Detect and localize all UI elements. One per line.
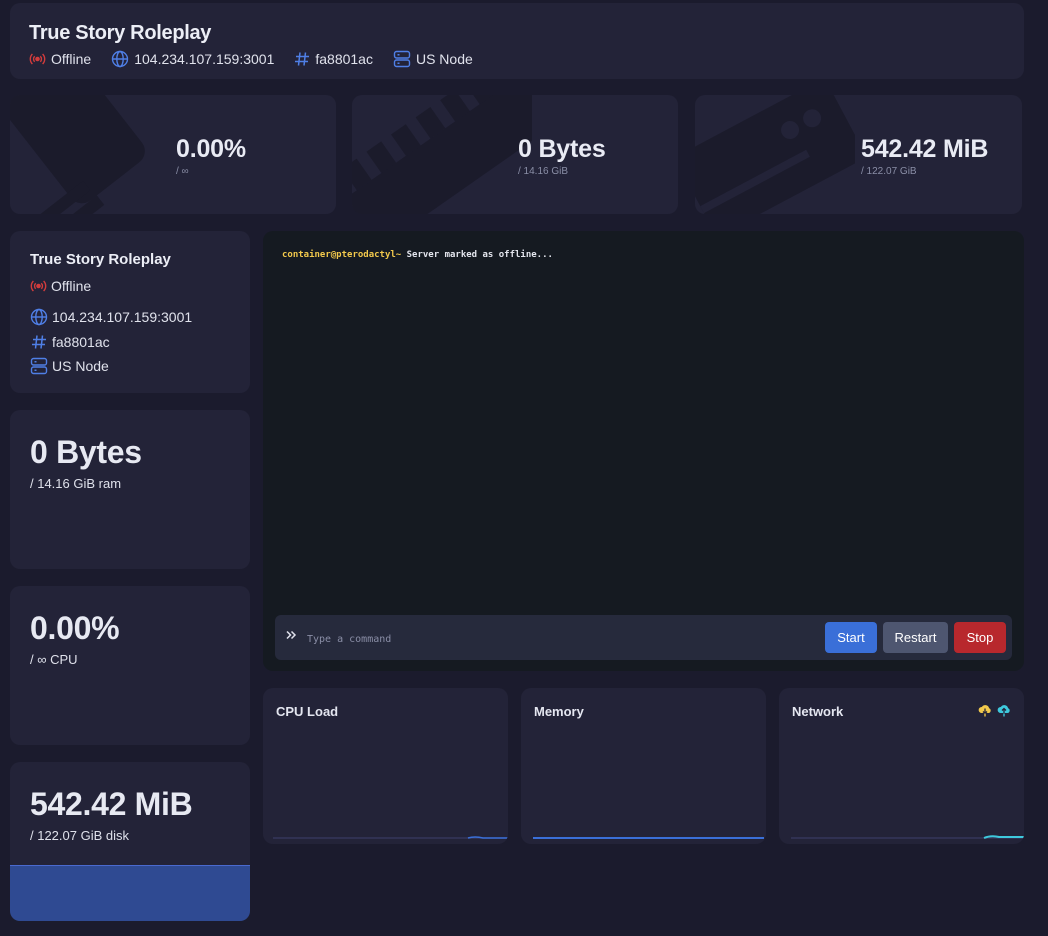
restart-button[interactable]: Restart (883, 622, 948, 653)
server-icon (393, 50, 411, 68)
disk-usage-fill (10, 865, 250, 921)
cpu-stat-limit: / ∞ (176, 166, 189, 177)
server-status: Offline (29, 51, 91, 67)
info-status: Offline (30, 278, 250, 294)
address-text: 104.234.107.159:3001 (134, 51, 275, 67)
info-id: fa8801ac (30, 334, 250, 350)
memory-stat-card: 0 Bytes / 14.16 GiB (352, 95, 678, 214)
signal-broadcast-icon (30, 279, 47, 293)
globe-icon (111, 50, 129, 68)
info-title: True Story Roleplay (30, 251, 171, 268)
cpu-usage-value: 0.00% (30, 610, 120, 646)
command-input[interactable] (305, 628, 809, 650)
info-node-text: US Node (52, 358, 109, 374)
server-header: True Story Roleplay Offline 104.234.107.… (10, 3, 1024, 79)
server-info-card: True Story Roleplay Offline 104.234.107.… (10, 231, 250, 393)
info-address-text: 104.234.107.159:3001 (52, 309, 193, 325)
info-status-text: Offline (51, 278, 92, 294)
signal-broadcast-icon (29, 52, 46, 66)
console-panel: container@pterodactyl~ Server marked as … (263, 231, 1024, 671)
server-id: fa8801ac (294, 51, 373, 67)
hashtag-icon (30, 334, 48, 350)
ram-usage-card: 0 Bytes / 14.16 GiB ram (10, 410, 250, 569)
disk-usage-value: 542.42 MiB (30, 786, 193, 822)
chevron-double-right-icon (285, 629, 297, 641)
network-line (791, 835, 1024, 839)
cpu-usage-card: 0.00% / ∞ CPU (10, 586, 250, 745)
server-title: True Story Roleplay (29, 22, 212, 44)
server-address: 104.234.107.159:3001 (111, 50, 274, 68)
disk-stat-value: 542.42 MiB (861, 135, 989, 163)
start-button[interactable]: Start (825, 622, 877, 653)
memory-line (533, 837, 764, 839)
stop-button[interactable]: Stop (954, 622, 1006, 653)
cpu-stat-card: 0.00% / ∞ (10, 95, 336, 214)
network-graph: Network (779, 688, 1024, 844)
cpu-load-graph: CPU Load (263, 688, 508, 844)
memory-stick-icon (352, 95, 532, 214)
hashtag-icon (294, 51, 310, 67)
disk-stat-limit: / 122.07 GiB (861, 166, 917, 177)
disk-usage-card: 542.42 MiB / 122.07 GiB disk (10, 762, 250, 921)
cpu-chip-icon (10, 95, 145, 214)
console-line: container@pterodactyl~ Server marked as … (282, 250, 553, 260)
disk-usage-limit: / 122.07 GiB disk (30, 828, 129, 843)
hard-drive-icon (695, 95, 855, 214)
ram-usage-value: 0 Bytes (30, 434, 142, 470)
node-text: US Node (415, 51, 473, 67)
console-prompt: container@pterodactyl~ (282, 250, 402, 260)
info-address: 104.234.107.159:3001 (30, 308, 250, 326)
server-node: US Node (393, 50, 473, 68)
cpu-load-line (273, 836, 508, 839)
info-node: US Node (30, 357, 250, 375)
server-icon (30, 357, 48, 375)
cpu-stat-value: 0.00% (176, 135, 246, 163)
memory-graph: Memory (521, 688, 766, 844)
info-id-text: fa8801ac (52, 334, 110, 350)
server-meta: Offline 104.234.107.159:3001 fa8801ac US… (29, 50, 1024, 68)
memory-stat-value: 0 Bytes (518, 135, 606, 163)
disk-stat-card: 542.42 MiB / 122.07 GiB (695, 95, 1022, 214)
memory-stat-limit: / 14.16 GiB (518, 166, 569, 177)
status-text: Offline (51, 51, 92, 67)
id-text: fa8801ac (315, 51, 373, 67)
command-bar: Start Restart Stop (275, 615, 1012, 660)
ram-usage-limit: / 14.16 GiB ram (30, 476, 122, 491)
cpu-usage-limit: / ∞ CPU (30, 652, 78, 667)
console-message: Server marked as offline... (401, 250, 553, 260)
globe-icon (30, 308, 48, 326)
